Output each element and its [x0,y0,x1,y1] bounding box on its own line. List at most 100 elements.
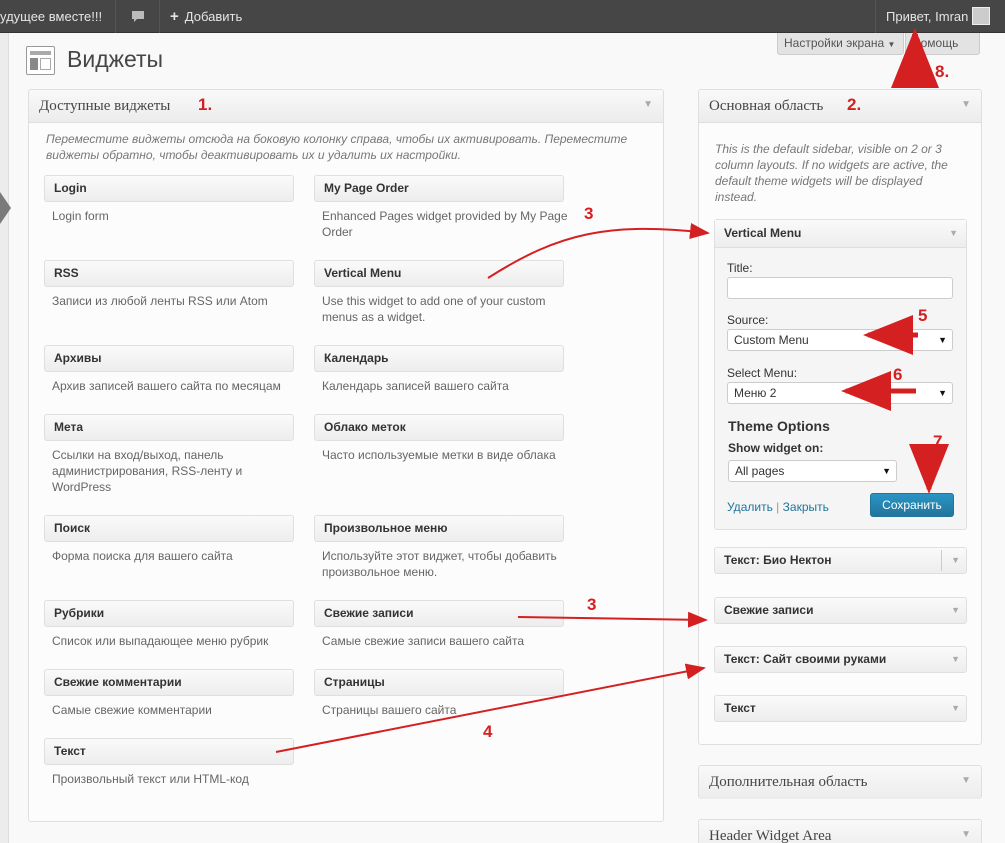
dropdown-arrow-icon: ▼ [938,335,947,345]
widget-text[interactable]: Текст [44,738,294,765]
annotation-label-3b: 3 [587,595,597,614]
widget-prefix: Текст: [724,553,760,567]
active-widget-text[interactable]: Текст ▼ [714,695,967,722]
close-link[interactable]: Закрыть [783,500,829,514]
open-widget-vertical-menu: Vertical Menu ▼ Title: Source: Custom Men… [714,219,967,530]
comment-bubble-icon [131,11,144,22]
dropdown-arrow-icon: ▼ [882,466,891,476]
save-button[interactable]: Сохранить [870,493,954,517]
widget-login[interactable]: Login [44,175,294,202]
comments-button[interactable] [116,0,160,33]
widget-recent-posts[interactable]: Свежие записи [314,600,564,627]
help-tab[interactable]: Помощь [905,33,980,55]
widget-desc: Login form [52,209,109,223]
widget-pages[interactable]: Страницы [314,669,564,696]
chevron-down-icon: ▼ [887,40,896,49]
screen-options-tab[interactable]: Настройки экрана ▼ [777,33,904,55]
source-select[interactable]: Custom Menu ▼ [727,329,953,351]
widget-desc: Страницы вашего сайта [322,703,457,717]
main-sidebar-header[interactable]: Основная область ▼ [699,90,981,123]
admin-sidebar-collapsed [0,33,9,843]
toggle-arrow-icon[interactable]: ▼ [961,829,971,840]
widget-my-page-order[interactable]: My Page Order [314,175,564,202]
annotation-label-3a: 3 [584,204,594,223]
available-widgets-title: Доступные виджеты [39,98,171,114]
delete-link[interactable]: Удалить [727,500,773,514]
widgets-page-icon [26,46,55,75]
divider [941,550,942,571]
widget-desc: Произвольный текст или HTML-код [52,772,249,786]
select-menu-label: Select Menu: [727,366,798,380]
widget-desc: Список или выпадающее меню рубрик [52,634,269,648]
plus-icon: + [170,8,179,25]
widget-desc: Форма поиска для вашего сайта [52,549,233,563]
active-widget-site-diy[interactable]: Текст: Сайт своими руками ▼ [714,646,967,673]
select-menu-select[interactable]: Меню 2 ▼ [727,382,953,404]
widget-tag-cloud[interactable]: Облако меток [314,414,564,441]
open-widget-title-bar[interactable]: Vertical Menu ▼ [715,220,966,248]
select-menu-value: Меню 2 [734,386,777,400]
widget-rss[interactable]: RSS [44,260,294,287]
widget-desc: Записи из любой ленты RSS или Atom [52,294,268,308]
widget-name: Текст [724,701,756,715]
greeting-label: Привет, Imran [886,9,969,24]
open-widget-title: Vertical Menu [724,226,802,240]
toggle-arrow-icon[interactable]: ▼ [951,598,960,623]
toggle-arrow-icon[interactable]: ▼ [961,99,971,110]
show-widget-on-select[interactable]: All pages ▼ [728,460,897,482]
active-widget-bio-nekton[interactable]: Текст: Био Нектон ▼ [714,547,967,574]
add-new-button[interactable]: + Добавить [160,0,264,33]
widget-categories[interactable]: Рубрики [44,600,294,627]
annotation-label-6: 6 [893,365,903,384]
widget-desc: Архив записей вашего сайта по месяцам [52,379,281,393]
source-value: Custom Menu [734,333,809,347]
widget-recent-comments[interactable]: Свежие комментарии [44,669,294,696]
widget-name: Сайт своими руками [763,652,887,666]
toggle-arrow-icon[interactable]: ▼ [949,220,958,247]
annotation-label-4: 4 [483,722,493,741]
additional-area-header[interactable]: Дополнительная область ▼ [699,766,981,799]
toggle-arrow-icon[interactable]: ▼ [951,696,960,721]
add-new-label: Добавить [184,9,243,24]
account-menu[interactable]: Привет, Imran [875,0,1005,33]
annotation-label-1: 1. [198,95,213,114]
toggle-arrow-icon[interactable]: ▼ [961,775,971,786]
annotation-label-7: 7 [933,432,943,451]
dropdown-arrow-icon: ▼ [938,388,947,398]
help-label: Помощь [912,36,959,50]
source-label: Source: [727,313,769,327]
widget-calendar[interactable]: Календарь [314,345,564,372]
active-widget-recent-posts[interactable]: Свежие записи ▼ [714,597,967,624]
site-name-link[interactable]: удущее вместе!!! [0,0,116,33]
annotation-label-2: 2. [847,95,862,114]
toggle-arrow-icon[interactable]: ▼ [643,99,653,110]
widget-desc: Самые свежие записи вашего сайта [322,634,525,648]
widget-control-links: Удалить | Закрыть [727,500,829,514]
widget-archives[interactable]: Архивы [44,345,294,372]
widget-desc: Часто используемые метки в виде облака [322,448,556,462]
available-widgets-description: Переместите виджеты отсюда на боковую ко… [46,132,628,162]
header-widget-area-header[interactable]: Header Widget Area ▼ [699,820,981,843]
page-title: Виджеты [67,46,164,72]
annotation-label-5: 5 [918,306,928,325]
title-field[interactable] [727,277,953,299]
link-separator: | [776,500,780,514]
widget-vertical-menu[interactable]: Vertical Menu [314,260,564,287]
widget-desc: Enhanced Pages widget provided by My Pag… [322,209,568,239]
widget-name: Свежие записи [724,603,814,617]
current-menu-arrow-icon [0,192,11,224]
widget-desc: Ссылки на вход/выход, панель администрир… [52,448,243,494]
toggle-arrow-icon[interactable]: ▼ [951,548,960,573]
toggle-arrow-icon[interactable]: ▼ [951,647,960,672]
widget-custom-menu[interactable]: Произвольное меню [314,515,564,542]
main-sidebar-title: Основная область [709,98,824,114]
additional-area-panel[interactable]: Дополнительная область ▼ [698,765,982,799]
widget-meta[interactable]: Мета [44,414,294,441]
widget-desc: Самые свежие комментарии [52,703,212,717]
header-widget-area-panel[interactable]: Header Widget Area ▼ [698,819,982,843]
widget-name: Био Нектон [763,553,832,567]
widget-search[interactable]: Поиск [44,515,294,542]
avatar [972,7,991,26]
show-widget-on-value: All pages [735,464,785,478]
available-widgets-header[interactable]: Доступные виджеты ▼ [29,90,663,123]
